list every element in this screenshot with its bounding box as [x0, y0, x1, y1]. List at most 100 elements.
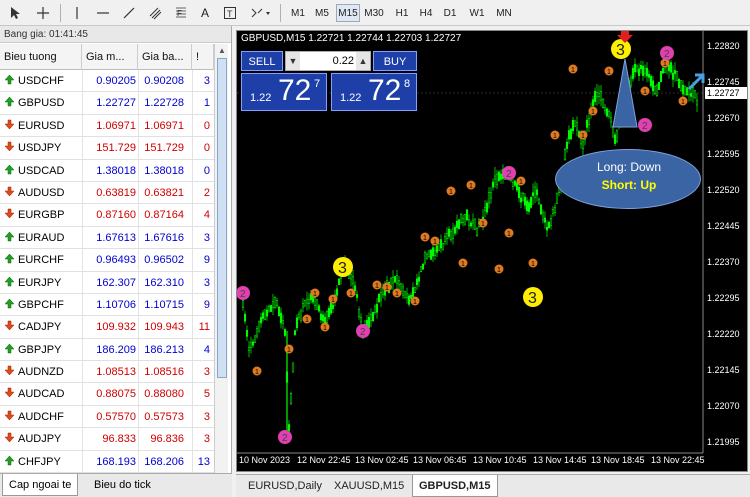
- bid-cell: 1.08513: [96, 366, 136, 379]
- y-axis-label: 1.22220: [707, 329, 740, 339]
- timeframe-h1[interactable]: H1: [392, 4, 412, 22]
- table-row[interactable]: GBPUSD 1.22727 1.22728 1: [0, 92, 214, 115]
- column-ask[interactable]: Gia ba...: [138, 44, 192, 70]
- table-row[interactable]: CHFJPY 168.193 168.206 13: [0, 451, 214, 474]
- text-label-icon[interactable]: T: [220, 3, 240, 23]
- bid-cell: 1.06971: [96, 119, 136, 132]
- table-row[interactable]: USDJPY 151.729 151.729 0: [0, 137, 214, 160]
- channel-icon[interactable]: [144, 3, 166, 23]
- cursor-icon[interactable]: [4, 3, 26, 23]
- svg-text:1: 1: [305, 317, 309, 324]
- spread-cell: 0: [203, 119, 210, 132]
- sell-button[interactable]: SELL: [241, 51, 283, 71]
- symbol-name: EURGBP: [18, 209, 65, 222]
- timeframe-m15[interactable]: M15: [336, 4, 360, 22]
- table-row[interactable]: EURJPY 162.307 162.310 3: [0, 272, 214, 294]
- column-bid[interactable]: Gia m...: [82, 44, 138, 70]
- ask-cell: 1.38018: [144, 164, 184, 177]
- table-row[interactable]: EURGBP 0.87160 0.87164 4: [0, 204, 214, 227]
- table-row[interactable]: AUDNZD 1.08513 1.08516 3: [0, 361, 214, 384]
- y-axis-label: 1.22295: [707, 293, 740, 303]
- svg-text:1: 1: [481, 221, 485, 228]
- x-axis-label: 10 Nov 2023: [239, 455, 291, 465]
- fibonacci-icon[interactable]: F: [170, 3, 192, 23]
- tab-eurusd-daily[interactable]: EURUSD,Daily: [242, 475, 328, 497]
- spread-cell: 11: [198, 321, 210, 334]
- spread-cell: 2: [203, 186, 210, 199]
- scrollbar-thumb[interactable]: [217, 58, 227, 378]
- timeframe-w1[interactable]: W1: [466, 4, 488, 22]
- timeframe-m1[interactable]: M1: [288, 4, 308, 22]
- annotation-callout[interactable]: Long: Down Short: Up: [555, 149, 701, 209]
- arrow-down-icon: [4, 119, 15, 130]
- table-row[interactable]: USDCAD 1.38018 1.38018 0: [0, 160, 214, 182]
- shapes-dropdown-icon[interactable]: [246, 3, 274, 23]
- table-row[interactable]: EURUSD 1.06971 1.06971 0: [0, 115, 214, 138]
- buy-quote-button[interactable]: 1.22 72 8: [331, 73, 417, 111]
- spread-cell: 13: [197, 455, 210, 468]
- bid-cell: 1.67613: [96, 231, 136, 244]
- market-watch-title: Bang gia: 01:41:45: [0, 26, 231, 43]
- table-row[interactable]: EURAUD 1.67613 1.67616 3: [0, 227, 214, 250]
- crosshair-icon[interactable]: [32, 3, 54, 23]
- svg-text:1: 1: [287, 347, 291, 354]
- chart-title: GBPUSD,M15 1.22721 1.22744 1.22703 1.227…: [241, 33, 462, 44]
- symbol-name: AUDCAD: [18, 388, 65, 401]
- spread-cell: 1: [203, 97, 210, 110]
- chart-window[interactable]: 111111111111111111111111111111222222333 …: [236, 30, 748, 472]
- x-axis-label: 13 Nov 14:45: [533, 455, 587, 465]
- svg-text:1: 1: [553, 133, 557, 140]
- horizontal-line-icon[interactable]: [92, 3, 114, 23]
- vertical-line-icon[interactable]: [66, 3, 88, 23]
- symbol-cell: AUDUSD: [4, 182, 86, 204]
- table-row[interactable]: EURCHF 0.96493 0.96502 9: [0, 249, 214, 272]
- timeframe-m30[interactable]: M30: [362, 4, 386, 22]
- timeframe-h4[interactable]: H4: [416, 4, 436, 22]
- table-row[interactable]: GBPJPY 186.209 186.213 4: [0, 339, 214, 362]
- symbol-cell: AUDCAD: [4, 383, 86, 405]
- lot-increase-icon[interactable]: ▲: [356, 52, 370, 70]
- symbol-cell: AUDNZD: [4, 361, 86, 383]
- timeframe-d1[interactable]: D1: [440, 4, 460, 22]
- column-symbol[interactable]: Bieu tuong: [0, 44, 82, 70]
- timeframe-m5[interactable]: M5: [312, 4, 332, 22]
- spread-cell: 5: [203, 388, 210, 401]
- scroll-up-icon[interactable]: ▲: [217, 46, 227, 56]
- symbol-cell: USDCAD: [4, 160, 86, 182]
- bid-cell: 109.932: [96, 321, 136, 334]
- table-row[interactable]: CADJPY 109.932 109.943 11: [0, 316, 214, 339]
- x-axis-label: 13 Nov 18:45: [591, 455, 645, 465]
- market-watch-scrollbar[interactable]: ▲ ▼: [214, 44, 228, 492]
- column-spread[interactable]: !: [192, 44, 214, 70]
- svg-text:1: 1: [313, 291, 317, 298]
- table-row[interactable]: AUDCHF 0.57570 0.57573 3: [0, 406, 214, 429]
- table-row[interactable]: AUDCAD 0.88075 0.88080 5: [0, 383, 214, 406]
- tab-xauusd-m15[interactable]: XAUUSD,M15: [328, 475, 410, 497]
- svg-text:1: 1: [385, 285, 389, 292]
- lot-size-value[interactable]: 0.22: [302, 52, 354, 70]
- ask-cell: 168.206: [144, 455, 184, 468]
- tab-cap-ngoai-te[interactable]: Cap ngoai te: [2, 474, 79, 496]
- text-tool-icon[interactable]: A: [196, 3, 214, 23]
- svg-text:3: 3: [616, 42, 625, 59]
- table-row[interactable]: AUDUSD 0.63819 0.63821 2: [0, 182, 214, 205]
- tab-gbpusd-m15[interactable]: GBPUSD,M15: [412, 475, 498, 497]
- symbol-cell: EURCHF: [4, 249, 86, 271]
- table-row[interactable]: USDCHF 0.90205 0.90208 3: [0, 70, 214, 93]
- spread-cell: 4: [203, 343, 210, 356]
- table-row[interactable]: GBPCHF 1.10706 1.10715 9: [0, 294, 214, 317]
- sell-quote-button[interactable]: 1.22 72 7: [241, 73, 327, 111]
- arrow-down-icon: [4, 321, 15, 331]
- svg-text:1: 1: [507, 231, 511, 238]
- buy-button[interactable]: BUY: [373, 51, 417, 71]
- svg-text:1: 1: [423, 235, 427, 242]
- table-row[interactable]: AUDJPY 96.833 96.836 3: [0, 428, 214, 451]
- y-axis-label: 1.22745: [707, 77, 740, 87]
- lot-decrease-icon[interactable]: ▼: [286, 52, 300, 70]
- timeframe-mn[interactable]: MN: [492, 4, 516, 22]
- svg-text:2: 2: [642, 121, 648, 132]
- ask-cell: 0.63821: [144, 186, 184, 199]
- lot-size-input[interactable]: ▼ 0.22 ▲: [285, 51, 371, 71]
- tab-bieu-do-tick[interactable]: Bieu do tick: [88, 474, 157, 496]
- trendline-icon[interactable]: [118, 3, 140, 23]
